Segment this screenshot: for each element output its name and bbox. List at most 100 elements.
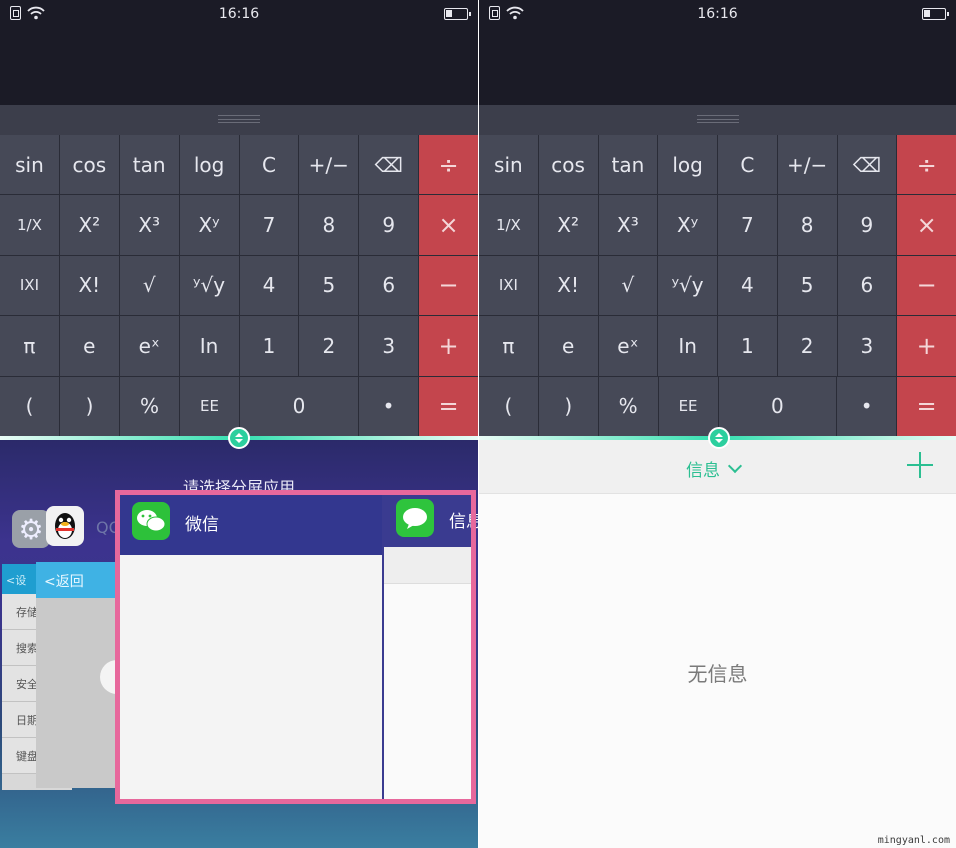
calc-key[interactable]: 1 xyxy=(718,316,777,376)
calc-key[interactable]: 9 xyxy=(359,195,419,255)
calc-key[interactable]: • xyxy=(359,376,418,436)
calc-key[interactable]: IXI xyxy=(0,255,59,316)
calc-key[interactable]: EE xyxy=(180,376,239,436)
calc-key[interactable]: 5 xyxy=(299,255,359,316)
calc-key[interactable]: EE xyxy=(658,376,718,436)
calc-key[interactable]: π xyxy=(0,316,59,376)
calc-key[interactable]: 3 xyxy=(359,316,419,376)
messages-app: 信息 无信息 xyxy=(479,440,956,848)
split-divider-knob[interactable] xyxy=(228,427,250,449)
calc-key[interactable]: ( xyxy=(0,376,59,436)
calc-key[interactable]: × xyxy=(897,195,956,255)
qq-penguin-icon[interactable] xyxy=(46,506,84,546)
calc-key[interactable]: 3 xyxy=(837,316,897,376)
calc-key[interactable]: 2 xyxy=(299,316,359,376)
calc-key[interactable]: π xyxy=(479,316,538,376)
calc-key[interactable]: Xʸ xyxy=(179,195,239,255)
calc-key[interactable]: = xyxy=(419,376,478,436)
calc-key[interactable]: sin xyxy=(479,135,538,195)
grip-icon xyxy=(218,115,260,123)
calc-key[interactable]: X³ xyxy=(119,195,179,255)
calc-key[interactable]: + xyxy=(419,316,478,376)
calc-key[interactable]: X! xyxy=(59,255,119,316)
calculator-drag-handle[interactable] xyxy=(0,105,478,135)
calc-key[interactable]: ⌫ xyxy=(359,135,419,195)
arrow-down-icon xyxy=(235,439,243,443)
calc-key[interactable]: 4 xyxy=(718,255,777,316)
calc-key[interactable]: × xyxy=(419,195,478,255)
calc-key[interactable]: 7 xyxy=(718,195,777,255)
calc-key[interactable]: ÷ xyxy=(419,135,478,195)
status-bar: 16:16 xyxy=(479,0,956,28)
status-time: 16:16 xyxy=(697,6,738,22)
calc-key[interactable]: +∕− xyxy=(299,135,359,195)
calc-key[interactable]: e xyxy=(538,316,598,376)
calculator-keypad: sin cos tan log C +∕− ⌫ ÷ 1/X X² X³ Xʸ 7 8 9 × IXI X! √ ʸ√y… xyxy=(0,135,478,436)
arrow-up-icon xyxy=(235,433,243,437)
qq-app-preview[interactable]: <返回 xyxy=(36,562,134,788)
calc-key[interactable]: X² xyxy=(538,195,598,255)
calc-key[interactable]: √ xyxy=(119,255,179,316)
selection-highlight-frame xyxy=(115,490,476,804)
calc-key[interactable]: eˣ xyxy=(598,316,658,376)
settings-gear-icon[interactable]: ⚙ xyxy=(12,510,50,548)
right-phone-screen: 16:16 sin cos tan log C +∕− ⌫ ÷ 1/X X² X³ Xʸ 7 8 9 × IXI… xyxy=(479,0,956,848)
calc-key[interactable]: 0 xyxy=(240,376,358,436)
calc-key[interactable]: ( xyxy=(479,376,538,436)
calc-key[interactable]: In xyxy=(658,316,717,376)
calc-key[interactable]: X³ xyxy=(598,195,658,255)
calc-key[interactable]: tan xyxy=(598,135,658,195)
calc-key[interactable]: • xyxy=(837,376,897,436)
status-bar: 16:16 xyxy=(0,0,478,28)
keypad-row: π e eˣ In 1 2 3 + xyxy=(479,316,956,376)
calc-key[interactable]: 8 xyxy=(299,195,359,255)
calc-key[interactable]: e xyxy=(59,316,119,376)
calc-key[interactable]: ʸ√y xyxy=(179,255,239,316)
calc-key[interactable]: IXI xyxy=(479,255,538,316)
calculator-drag-handle[interactable] xyxy=(479,105,956,135)
calc-key[interactable]: ÷ xyxy=(897,135,956,195)
calc-key[interactable]: % xyxy=(120,376,179,436)
split-divider-knob[interactable] xyxy=(708,427,730,449)
calc-key[interactable]: C xyxy=(239,135,299,195)
calc-key[interactable]: ʸ√y xyxy=(658,255,717,316)
calc-key[interactable]: 0 xyxy=(718,376,837,436)
calc-key[interactable]: ) xyxy=(538,376,598,436)
keypad-row: π e eˣ In 1 2 3 + xyxy=(0,316,478,376)
calc-key[interactable]: C xyxy=(718,135,777,195)
calc-key[interactable]: In xyxy=(179,316,239,376)
new-message-plus-button[interactable] xyxy=(907,452,933,478)
calc-key[interactable]: − xyxy=(419,255,478,316)
calc-key[interactable]: 1/X xyxy=(0,195,59,255)
calc-key[interactable]: log xyxy=(179,135,239,195)
calc-key[interactable]: 4 xyxy=(239,255,299,316)
calc-key[interactable]: 1 xyxy=(239,316,299,376)
calc-key[interactable]: X² xyxy=(59,195,119,255)
calc-key[interactable]: sin xyxy=(0,135,59,195)
calc-key[interactable]: cos xyxy=(538,135,598,195)
calc-key[interactable]: X! xyxy=(538,255,598,316)
calc-key[interactable]: cos xyxy=(59,135,119,195)
calc-key[interactable]: 1/X xyxy=(479,195,538,255)
calc-key[interactable]: 7 xyxy=(239,195,299,255)
calc-key[interactable]: tan xyxy=(119,135,179,195)
calc-key[interactable]: 6 xyxy=(359,255,419,316)
calc-key[interactable]: √ xyxy=(598,255,658,316)
calc-key[interactable]: 9 xyxy=(837,195,897,255)
messages-title-dropdown[interactable]: 信息 xyxy=(686,456,743,481)
calc-key[interactable]: log xyxy=(658,135,717,195)
calc-key[interactable]: 5 xyxy=(777,255,837,316)
calc-key[interactable]: ⌫ xyxy=(837,135,897,195)
calc-key[interactable]: 8 xyxy=(777,195,837,255)
calc-key[interactable]: % xyxy=(598,376,658,436)
calc-key[interactable]: − xyxy=(897,255,956,316)
calculator-keypad: sin cos tan log C +∕− ⌫ ÷ 1/X X² X³ Xʸ 7 8 9 × IXI X! √ ʸ√y… xyxy=(479,135,956,436)
calc-key[interactable]: ) xyxy=(60,376,119,436)
calc-key[interactable]: 6 xyxy=(837,255,897,316)
calc-key[interactable]: 2 xyxy=(777,316,837,376)
calc-key[interactable]: Xʸ xyxy=(658,195,717,255)
calc-key[interactable]: = xyxy=(897,376,956,436)
calc-key[interactable]: + xyxy=(897,316,956,376)
calc-key[interactable]: +∕− xyxy=(777,135,837,195)
calc-key[interactable]: eˣ xyxy=(119,316,179,376)
